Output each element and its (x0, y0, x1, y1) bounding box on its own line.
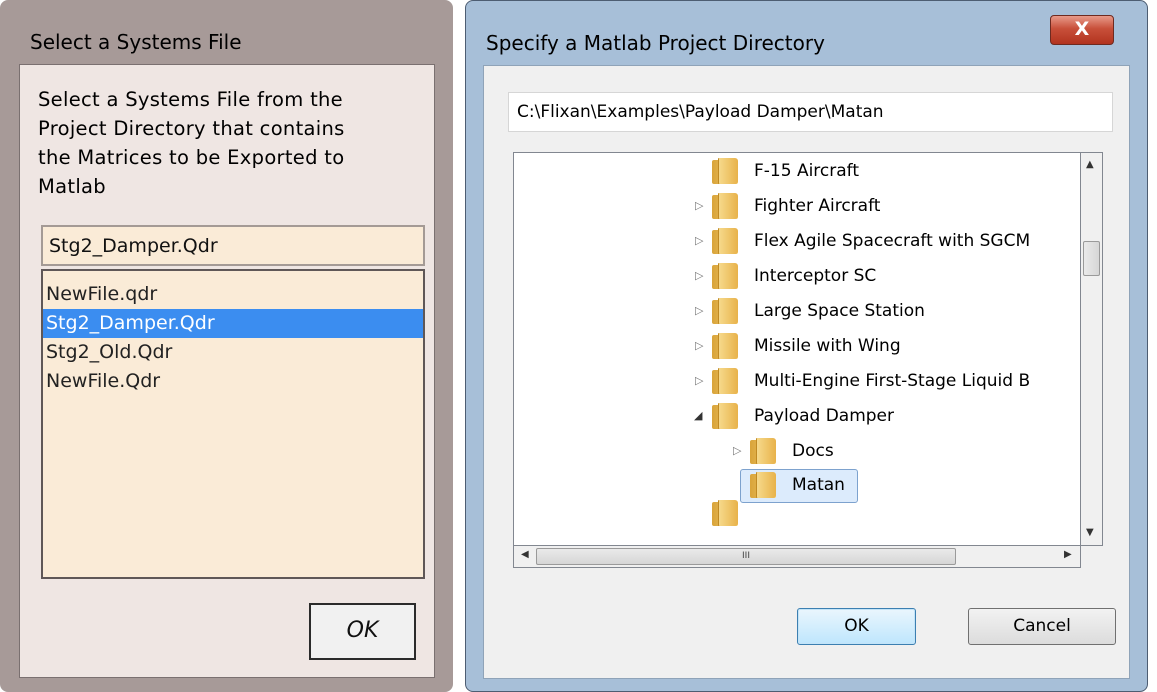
scroll-down-icon[interactable]: ▼ (1086, 527, 1094, 538)
collapse-arrow-icon[interactable]: ◢ (694, 398, 704, 434)
tree-item-label: Payload Damper (754, 406, 895, 426)
tree-item-label: Interceptor SC (754, 266, 877, 286)
expand-arrow-icon[interactable]: ▷ (695, 328, 705, 364)
expand-arrow-icon[interactable]: ▷ (695, 363, 705, 399)
folder-icon (712, 368, 738, 394)
tree-item-label: Docs (792, 441, 834, 461)
tree-item-label: Flex Agile Spacecraft with SGCM (754, 231, 1031, 251)
tree-item-label: Missile with Wing (754, 336, 901, 356)
folder-icon (712, 298, 738, 324)
dialog-body: C:\Flixan\Examples\Payload Damper\Matan … (483, 65, 1130, 679)
folder-icon (750, 438, 776, 464)
cancel-button[interactable]: Cancel (968, 608, 1116, 645)
ok-button[interactable]: OK (797, 608, 916, 645)
instruction-line: Select a Systems File from the (38, 88, 343, 111)
expand-arrow-icon[interactable]: ▷ (695, 258, 705, 294)
specify-project-directory-dialog: Specify a Matlab Project Directory X C:\… (465, 0, 1148, 692)
horizontal-scroll-thumb[interactable]: III (536, 548, 956, 565)
vertical-scroll-thumb[interactable] (1083, 241, 1100, 276)
tree-item-label: F-15 Aircraft (754, 161, 860, 181)
expand-arrow-icon[interactable]: ▷ (695, 223, 705, 259)
file-list-item-selected[interactable]: Stg2_Damper.Qdr (43, 309, 423, 338)
expand-arrow-icon[interactable]: ▷ (695, 293, 705, 329)
instruction-line: the Matrices to be Exported to (38, 146, 345, 169)
instruction-line: Project Directory that contains (38, 117, 345, 140)
tree-item-label: Multi-Engine First-Stage Liquid B (754, 371, 1031, 391)
file-list-item[interactable]: NewFile.Qdr (43, 367, 423, 396)
folder-icon (712, 158, 738, 184)
select-systems-file-dialog: Select a Systems File Select a Systems F… (0, 0, 453, 692)
scroll-up-icon[interactable]: ▲ (1086, 159, 1094, 170)
folder-icon (712, 500, 738, 526)
close-button[interactable]: X (1050, 15, 1114, 45)
file-list-item[interactable]: NewFile.qdr (43, 280, 423, 309)
folder-icon (712, 263, 738, 289)
folder-icon (712, 193, 738, 219)
expand-arrow-icon[interactable]: ▷ (733, 433, 743, 469)
file-list[interactable]: NewFile.qdr Stg2_Damper.Qdr Stg2_Old.Qdr… (41, 269, 425, 579)
dialog-title: Specify a Matlab Project Directory (486, 31, 825, 55)
folder-tree[interactable]: F-15 Aircraft ▷ Fighter Aircraft ▷ Flex … (513, 152, 1081, 546)
folder-icon (712, 403, 738, 429)
scroll-right-icon[interactable]: ▶ (1064, 549, 1072, 560)
vertical-scrollbar[interactable]: ▲ ▼ (1081, 152, 1103, 546)
dialog-title: Select a Systems File (30, 30, 242, 54)
selected-file-field[interactable]: Stg2_Damper.Qdr (41, 225, 425, 266)
tree-item-label: Matan (792, 475, 845, 495)
horizontal-scrollbar[interactable]: ◀ III ▶ (513, 546, 1081, 568)
directory-path-field[interactable]: C:\Flixan\Examples\Payload Damper\Matan (508, 92, 1113, 132)
folder-icon (750, 472, 776, 498)
scroll-left-icon[interactable]: ◀ (521, 549, 529, 560)
file-list-item[interactable]: Stg2_Old.Qdr (43, 338, 423, 367)
instruction-line: Matlab (38, 175, 106, 198)
ok-button[interactable]: OK (309, 603, 416, 660)
dialog-body: Select a Systems File from the Project D… (19, 64, 435, 678)
tree-item-label: Fighter Aircraft (754, 196, 881, 216)
folder-icon (712, 333, 738, 359)
tree-item-label: Large Space Station (754, 301, 925, 321)
folder-icon (712, 228, 738, 254)
expand-arrow-icon[interactable]: ▷ (695, 188, 705, 224)
instruction-text: Select a Systems File from the Project D… (38, 85, 430, 201)
